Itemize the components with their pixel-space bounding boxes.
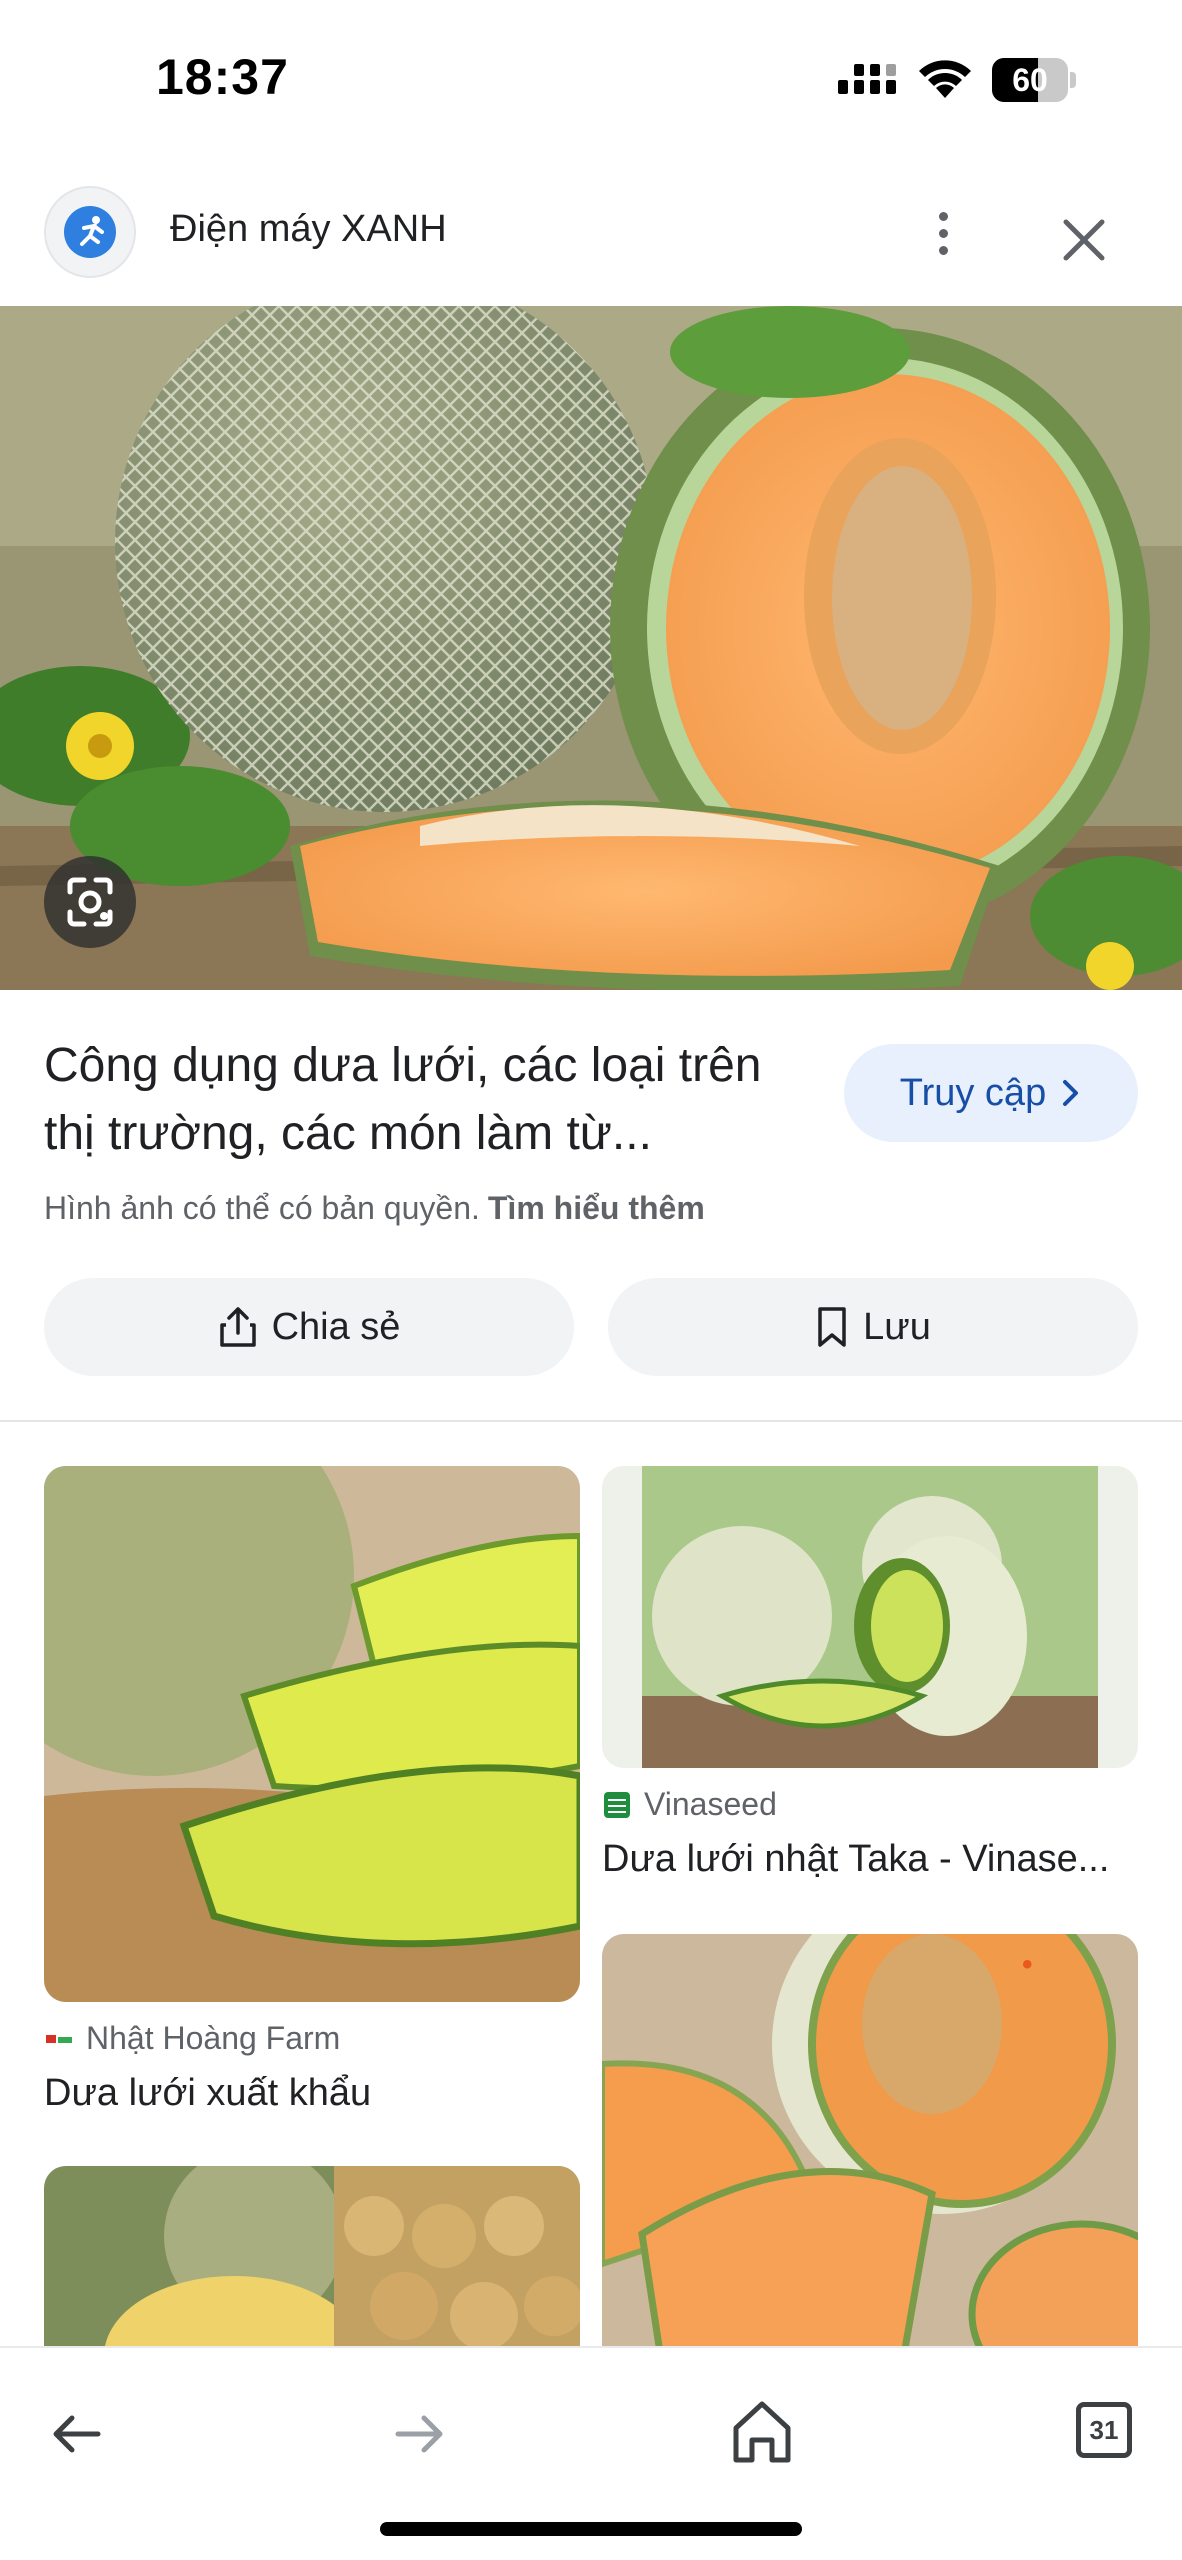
save-button[interactable]: Lưu xyxy=(608,1278,1138,1376)
wifi-icon xyxy=(919,60,971,98)
status-time: 18:37 xyxy=(156,49,289,105)
section-divider xyxy=(0,1420,1182,1422)
melon-harvest-photo xyxy=(44,2166,580,2366)
visit-button[interactable]: Truy cập xyxy=(844,1044,1138,1142)
share-button[interactable]: Chia sẻ xyxy=(44,1278,574,1376)
close-button[interactable] xyxy=(1056,212,1112,268)
melon-slices-photo xyxy=(44,1466,580,2002)
cellular-signal-icon xyxy=(838,64,896,94)
svg-text:•: • xyxy=(1022,1948,1033,1981)
source-favicon-icon xyxy=(46,2034,72,2043)
related-image-3[interactable] xyxy=(44,2166,580,2366)
image-viewer-page: 18:37 60 Điện máy XANH Công dụng dưa lướ… xyxy=(0,0,1182,2560)
lens-search-icon xyxy=(67,877,113,927)
tabs-button[interactable]: 31 xyxy=(1076,2402,1132,2458)
lens-button[interactable] xyxy=(44,856,136,948)
related-source-2[interactable]: Vinaseed xyxy=(602,1786,777,1823)
orange-melon-halves-photo: • xyxy=(602,1934,1138,2366)
learn-more-link[interactable]: Tìm hiểu thêm xyxy=(488,1190,705,1226)
hero-image[interactable] xyxy=(0,306,1182,990)
related-caption-1[interactable]: Dưa lưới xuất khẩu xyxy=(44,2072,580,2115)
visit-label: Truy cập xyxy=(899,1071,1047,1114)
share-icon xyxy=(219,1307,256,1347)
more-vert-icon xyxy=(938,211,948,221)
home-indicator xyxy=(380,2522,802,2536)
site-favicon-icon[interactable] xyxy=(44,186,136,278)
bottom-nav-bar: 31 xyxy=(0,2346,1182,2560)
melon-greenhouse-photo xyxy=(602,1466,1138,1768)
chevron-right-icon xyxy=(1063,1080,1079,1106)
source-header: Điện máy XANH xyxy=(0,180,1182,306)
status-bar: 18:37 60 xyxy=(0,0,1182,160)
source-favicon-icon xyxy=(604,1791,630,1818)
related-image-1[interactable] xyxy=(44,1466,580,2002)
share-label: Chia sẻ xyxy=(271,1305,401,1348)
more-options-button[interactable] xyxy=(912,202,974,264)
related-caption-2[interactable]: Dưa lưới nhật Taka - Vinase... xyxy=(602,1838,1138,1881)
related-image-4[interactable]: • xyxy=(602,1934,1138,2366)
related-source-name-2: Vinaseed xyxy=(644,1786,777,1822)
result-title[interactable]: Công dụng dưa lưới, các loại trên thị tr… xyxy=(44,1032,814,1168)
home-button[interactable] xyxy=(730,2398,794,2466)
cantaloupe-melons-photo xyxy=(0,306,1182,990)
save-label: Lưu xyxy=(863,1305,931,1348)
related-source-name-1: Nhật Hoàng Farm xyxy=(86,2020,341,2056)
related-source-1[interactable]: Nhật Hoàng Farm xyxy=(44,2020,340,2057)
bookmark-icon xyxy=(818,1307,846,1347)
copyright-text: Hình ảnh có thể có bản quyền. xyxy=(44,1190,480,1226)
battery-level: 60 xyxy=(1012,62,1048,98)
site-name[interactable]: Điện máy XANH xyxy=(170,208,447,251)
battery-icon: 60 xyxy=(992,58,1076,102)
related-image-2[interactable] xyxy=(602,1466,1138,1768)
back-button[interactable] xyxy=(46,2404,106,2464)
copyright-notice: Hình ảnh có thể có bản quyền. Tìm hiểu th… xyxy=(44,1190,705,1227)
forward-button[interactable] xyxy=(390,2404,450,2464)
